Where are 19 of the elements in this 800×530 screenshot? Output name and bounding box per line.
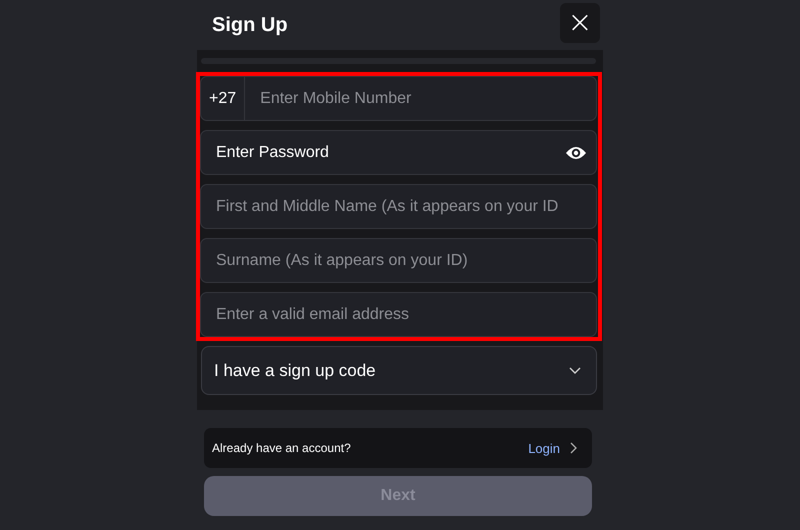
close-button[interactable]: × — [560, 3, 600, 43]
text-input[interactable]: Surname (As it appears on your ID) — [201, 252, 596, 270]
text-input[interactable]: Enter Mobile Number — [245, 90, 596, 108]
input-field[interactable]: Surname (As it appears on your ID) — [200, 238, 597, 283]
chevron-right-icon — [570, 442, 577, 454]
eye-icon — [565, 144, 587, 160]
input-field[interactable]: Enter a valid email address — [200, 292, 597, 337]
text-input[interactable]: Enter Password — [201, 144, 565, 162]
text-input[interactable]: Enter a valid email address — [201, 306, 596, 324]
password-field[interactable]: Enter Password — [200, 130, 597, 175]
country-code: +27 — [201, 77, 246, 120]
signup-code-dropdown[interactable]: I have a sign up code — [201, 346, 597, 395]
account-prompt: Already have an account? — [212, 441, 352, 455]
phone-field[interactable]: +27 Enter Mobile Number — [200, 76, 597, 121]
dialog-title: Sign Up — [212, 14, 288, 36]
chevron-down-icon — [569, 366, 581, 374]
login-link[interactable]: Login — [528, 440, 560, 456]
text-input[interactable]: First and Middle Name (As it appears on your ID — [201, 198, 596, 216]
input-field[interactable]: First and Middle Name (As it appears on your ID — [200, 184, 597, 229]
